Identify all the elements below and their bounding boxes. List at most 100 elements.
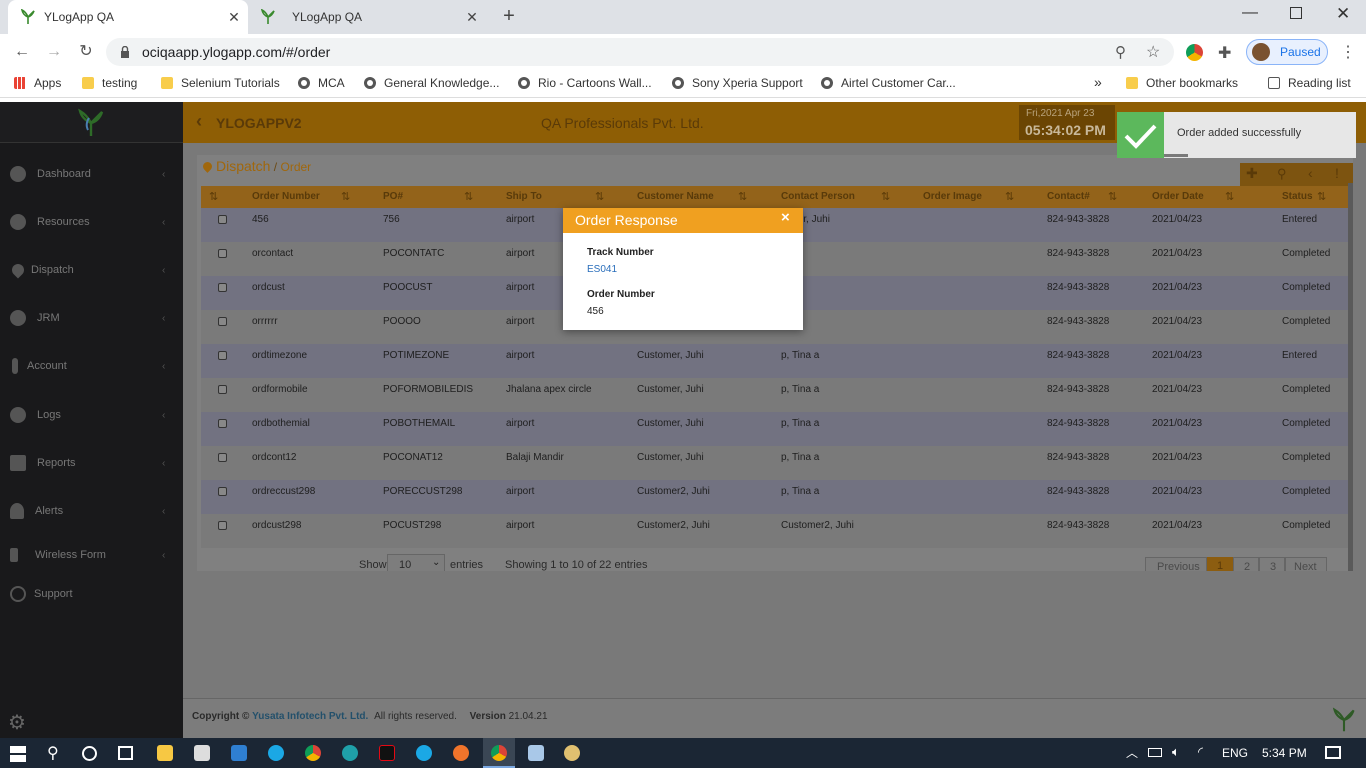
- notification-icon[interactable]: [1325, 746, 1341, 759]
- scrollbar[interactable]: [1348, 183, 1353, 571]
- settings-gear-icon[interactable]: ⚙: [8, 710, 26, 735]
- bookmark-mca[interactable]: MCA: [298, 76, 345, 90]
- row-checkbox[interactable]: [218, 419, 227, 428]
- col-header[interactable]: Customer Name: [637, 186, 714, 208]
- new-tab-icon[interactable]: +: [499, 6, 519, 26]
- sort-icon[interactable]: ⇅: [738, 190, 747, 203]
- browser-tab[interactable]: YLogApp QA ✕: [250, 0, 486, 34]
- pagination-next[interactable]: Next: [1285, 557, 1327, 571]
- sort-icon[interactable]: ⇅: [209, 190, 218, 203]
- browser-tab-active[interactable]: YLogApp QA ✕: [8, 0, 248, 34]
- bookmark-apps[interactable]: Apps: [14, 76, 61, 90]
- store-icon[interactable]: [194, 745, 210, 761]
- pagination-page-3[interactable]: 3: [1259, 557, 1285, 571]
- sidebar-item-alerts[interactable]: Alerts ‹: [0, 496, 183, 526]
- bookmark-selenium[interactable]: Selenium Tutorials: [161, 76, 280, 90]
- restore-icon[interactable]: [1290, 7, 1302, 19]
- minimize-icon[interactable]: —: [1242, 4, 1258, 22]
- sort-icon[interactable]: ⇅: [341, 190, 350, 203]
- chrome-active-icon[interactable]: [483, 738, 515, 768]
- battery-icon[interactable]: [1148, 748, 1162, 757]
- search-icon[interactable]: ⚲: [47, 743, 59, 763]
- col-header[interactable]: Ship To: [506, 186, 542, 208]
- search-icon[interactable]: ⚲: [1277, 166, 1287, 182]
- chrome-extension-icon[interactable]: [1186, 44, 1203, 61]
- notepad-icon[interactable]: [528, 745, 544, 761]
- col-header[interactable]: Order Number: [252, 186, 320, 208]
- edge-icon[interactable]: [342, 745, 358, 761]
- chrome-icon[interactable]: [305, 745, 321, 761]
- volume-icon[interactable]: 🔈︎: [1172, 744, 1180, 760]
- chevron-up-icon[interactable]: ︿: [1126, 744, 1138, 761]
- forward-arrow-icon[interactable]: →: [44, 42, 64, 62]
- sort-icon[interactable]: ⇅: [1317, 190, 1326, 203]
- more-menu-icon[interactable]: ⋮: [1340, 42, 1356, 62]
- col-header[interactable]: Order Image: [923, 186, 982, 208]
- task-view-icon[interactable]: [118, 746, 133, 760]
- address-bar[interactable]: ociqaapp.ylogapp.com/#/order ⚲ ☆: [106, 38, 1174, 66]
- info-icon[interactable]: !: [1335, 165, 1339, 181]
- close-tab-icon[interactable]: ✕: [464, 9, 480, 25]
- taskbar-clock[interactable]: 5:34 PM: [1262, 746, 1307, 760]
- sidebar-item-dashboard[interactable]: Dashboard ‹: [0, 159, 183, 189]
- col-header[interactable]: Contact#: [1047, 186, 1090, 208]
- zoom-icon[interactable]: ⚲: [1115, 43, 1126, 61]
- skype-icon[interactable]: [416, 745, 432, 761]
- bookmark-overflow-icon[interactable]: »: [1094, 74, 1102, 90]
- language-indicator[interactable]: ENG: [1222, 746, 1248, 760]
- sort-icon[interactable]: ⇅: [1108, 190, 1117, 203]
- app-logo[interactable]: [0, 102, 183, 143]
- back-icon[interactable]: ‹: [1308, 165, 1313, 181]
- bookmark-sony[interactable]: Sony Xperia Support: [672, 76, 803, 90]
- row-checkbox[interactable]: [218, 249, 227, 258]
- sort-icon[interactable]: ⇅: [464, 190, 473, 203]
- table-row[interactable]: ordreccust298 PORECCUST298 airport Customer…: [201, 480, 1349, 514]
- sort-icon[interactable]: ⇅: [1005, 190, 1014, 203]
- close-tab-icon[interactable]: ✕: [226, 9, 242, 25]
- table-row[interactable]: ordtimezone POTIMEZONE airport Customer, Ju…: [201, 344, 1349, 378]
- firefox-icon[interactable]: [453, 745, 469, 761]
- sidebar-item-account[interactable]: Account ‹: [0, 351, 183, 381]
- wifi-icon[interactable]: ◜: [1198, 744, 1203, 760]
- skype-icon[interactable]: [268, 745, 284, 761]
- profile-button[interactable]: Paused: [1246, 39, 1328, 65]
- sidebar-item-dispatch[interactable]: Dispatch ‹: [0, 255, 183, 285]
- sort-icon[interactable]: ⇅: [1225, 190, 1234, 203]
- netflix-icon[interactable]: [379, 745, 395, 761]
- pagination-previous[interactable]: Previous: [1145, 557, 1207, 571]
- sidebar-item-wireless-form[interactable]: Wireless Form ‹: [0, 540, 183, 570]
- file-explorer-icon[interactable]: [157, 745, 173, 761]
- row-checkbox[interactable]: [218, 215, 227, 224]
- bookmark-star-icon[interactable]: ☆: [1146, 42, 1160, 62]
- reload-icon[interactable]: ↻: [76, 42, 96, 62]
- reading-list[interactable]: Reading list: [1268, 76, 1351, 90]
- back-arrow-icon[interactable]: ←: [12, 42, 32, 62]
- col-header[interactable]: Order Date: [1152, 186, 1204, 208]
- col-header[interactable]: PO#: [383, 186, 403, 208]
- sort-icon[interactable]: ⇅: [881, 190, 890, 203]
- table-row[interactable]: ordformobile POFORMOBILEDIS Jhalana apex c…: [201, 378, 1349, 412]
- breadcrumb-root[interactable]: Dispatch: [216, 158, 270, 174]
- sidebar-item-support[interactable]: Support: [0, 579, 183, 609]
- bookmark-airtel[interactable]: Airtel Customer Car...: [821, 76, 956, 90]
- extensions-puzzle-icon[interactable]: ✚: [1218, 43, 1231, 63]
- bookmark-rio[interactable]: Rio - Cartoons Wall...: [518, 76, 652, 90]
- track-number-link[interactable]: ES041: [587, 264, 617, 275]
- mail-icon[interactable]: [231, 745, 247, 761]
- paint-icon[interactable]: [564, 745, 580, 761]
- table-row[interactable]: ordcont12 POCONAT12 Balaji Mandir Customer,…: [201, 446, 1349, 480]
- footer-company-link[interactable]: Yusata Infotech Pvt. Ltd.: [252, 711, 368, 722]
- row-checkbox[interactable]: [218, 385, 227, 394]
- sort-icon[interactable]: ⇅: [595, 190, 604, 203]
- row-checkbox[interactable]: [218, 317, 227, 326]
- entries-select[interactable]: 10 ⌄: [387, 554, 445, 571]
- sidebar-item-reports[interactable]: Reports ‹: [0, 448, 183, 478]
- table-row[interactable]: ordcust298 POCUST298 airport Customer2, Juh…: [201, 514, 1349, 548]
- pagination-page-2[interactable]: 2: [1233, 557, 1259, 571]
- row-checkbox[interactable]: [218, 351, 227, 360]
- pagination-page-1[interactable]: 1: [1207, 557, 1233, 571]
- sidebar-item-jrm[interactable]: JRM ‹: [0, 303, 183, 333]
- sidebar-item-resources[interactable]: Resources ‹: [0, 207, 183, 237]
- bookmark-testing[interactable]: testing: [82, 76, 137, 90]
- other-bookmarks[interactable]: Other bookmarks: [1126, 76, 1238, 90]
